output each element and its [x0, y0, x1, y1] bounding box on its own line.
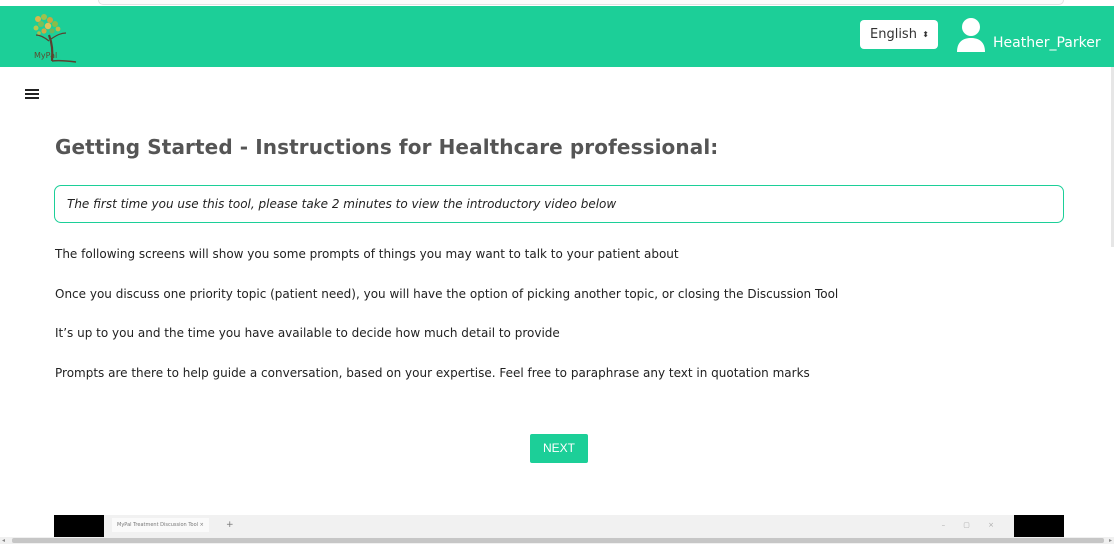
new-tab-icon: +: [226, 520, 234, 530]
instruction-paragraph: Prompts are there to help guide a conver…: [55, 366, 810, 380]
page-title: Getting Started - Instructions for Healt…: [55, 135, 719, 159]
next-button[interactable]: NEXT: [530, 434, 588, 463]
browser-address-area: [98, 0, 1064, 5]
language-select-value: English: [870, 27, 917, 42]
username-label[interactable]: Heather_Parker: [993, 35, 1101, 51]
video-browser-tab: MyPal Treatment Discussion Tool ×: [112, 518, 209, 532]
mypal-logo[interactable]: MyPal: [30, 11, 78, 63]
video-letterbox-right: [1014, 515, 1064, 537]
window-controls: – ▢ ×: [941, 521, 1002, 529]
hamburger-menu-icon[interactable]: [25, 89, 39, 99]
select-caret-icon: ⬍: [922, 30, 929, 39]
instruction-paragraph: The following screens will show you some…: [55, 247, 679, 261]
video-notice-box: The first time you use this tool, please…: [54, 185, 1064, 223]
language-select[interactable]: English ⬍: [860, 20, 938, 49]
instruction-paragraph: Once you discuss one priority topic (pat…: [55, 287, 839, 301]
scroll-left-icon[interactable]: ◂: [2, 537, 5, 544]
scroll-right-icon[interactable]: ▸: [1109, 537, 1112, 544]
user-avatar-icon[interactable]: [954, 17, 988, 53]
scrollbar-thumb[interactable]: [12, 538, 1104, 543]
instruction-paragraph: It’s up to you and the time you have ava…: [55, 326, 560, 340]
intro-video-preview[interactable]: MyPal Treatment Discussion Tool × + – ▢ …: [54, 515, 1064, 537]
logo-text: MyPal: [34, 51, 58, 60]
horizontal-scrollbar[interactable]: ◂ ▸: [0, 537, 1114, 544]
video-letterbox-left: [54, 515, 104, 537]
app-header: MyPal English ⬍ Heather_Parker: [0, 6, 1114, 67]
